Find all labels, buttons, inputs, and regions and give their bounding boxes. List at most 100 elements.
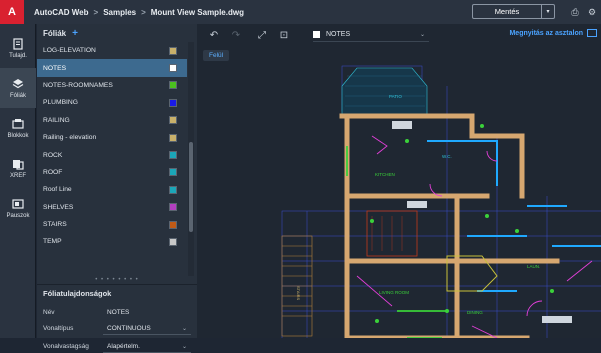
add-layer-button[interactable]: + [72,28,78,39]
layer-color-swatch[interactable] [169,81,177,90]
layer-color-swatch[interactable] [169,203,177,212]
print-icon[interactable]: ⎙ [569,6,581,18]
save-button[interactable]: Mentés [472,4,542,19]
layer-name: TEMP [43,238,62,246]
layers-panel: Fóliák + LOG-ELEVATION NOTES NOTES-ROOMNAM… [37,24,197,353]
rail-item-label: XREF [9,172,26,179]
layer-row[interactable]: LOG-ELEVATION [37,42,187,59]
layer-name-field[interactable]: NOTES [103,306,191,319]
zoom-extents-icon[interactable]: ⤢ [255,28,269,42]
layer-list: LOG-ELEVATION NOTES NOTES-ROOMNAMES PLUMBIN… [37,42,187,276]
layer-color-swatch[interactable] [169,64,177,73]
room-label: LAUN. [527,264,540,269]
rail-item-label: Fóliák [9,92,26,99]
rail-item-label: Blokkok [7,132,29,139]
layer-color-swatch[interactable] [169,151,177,160]
autocad-logo-icon[interactable]: A [0,0,24,24]
prop-value: CONTINUOUS [107,324,151,332]
prop-label: Vonaltípus [43,325,74,332]
rail-item-properties[interactable]: Tulajd. [0,28,36,68]
redo-icon[interactable]: ↷ [229,28,243,42]
prop-row-lineweight: Vonalvastagság Alapértelm. ⌄ [43,340,193,353]
save-dropdown-button[interactable]: ▾ [542,4,555,19]
rail-item-xref[interactable]: XREF [0,148,36,188]
rail-item-layers[interactable]: Fóliák [0,68,36,108]
save-group: Mentés ▾ [472,4,555,19]
rail-item-label: Pauszok [6,212,30,219]
layer-color-swatch[interactable] [169,168,177,177]
properties-icon [13,37,23,50]
current-layer-dropdown[interactable]: NOTES ⌄ [313,27,429,42]
breadcrumb-separator: > [93,7,99,17]
canvas-toolbar: ↶ ↷ ⤢ ⊡ NOTES ⌄ Megnyitás az asztalon [197,24,601,46]
chevron-down-icon: ⌄ [181,325,187,332]
layer-name: STAIRS [43,221,67,229]
prop-value: Alapértelm. [107,342,140,350]
layer-name: Railing - elevation [43,134,97,142]
panel-resize-grip[interactable]: • • • • • • • • [37,276,197,284]
layer-row[interactable]: Roof Line [37,181,187,198]
layer-color-swatch[interactable] [169,133,177,142]
layer-row[interactable]: NOTES [37,59,187,77]
room-label: DINING [467,310,483,315]
layer-color-swatch [313,30,320,38]
open-on-desktop-link[interactable]: Megnyitás az asztalon [509,30,583,37]
layer-row[interactable]: PLUMBING [37,94,187,111]
layer-name: LOG-ELEVATION [43,47,96,55]
layer-row[interactable]: SHELVES [37,199,187,216]
drawing-canvas[interactable]: KITCHEN LIVING ROOM DINING LAUN. PATIO W… [197,24,601,338]
linetype-dropdown[interactable]: CONTINUOUS ⌄ [103,322,191,335]
chevron-down-icon: ⌄ [181,343,187,350]
layer-row[interactable]: ROOF [37,164,187,181]
prop-row-linetype: Vonaltípus CONTINUOUS ⌄ [43,322,193,335]
layer-name: SHELVES [43,203,74,211]
room-label: PATIO [389,94,402,99]
prop-value: NOTES [107,309,130,316]
layer-color-swatch[interactable] [169,46,177,55]
layer-row[interactable]: Railing - elevation [37,129,187,146]
zoom-window-icon[interactable]: ⊡ [277,28,291,42]
top-bar: A AutoCAD Web > Samples > Mount View Sam… [0,0,601,24]
rail-item-underlays[interactable]: Pauszok [0,188,36,228]
breadcrumb-root[interactable]: AutoCAD Web [34,8,89,17]
lineweight-dropdown[interactable]: Alapértelm. ⌄ [103,340,191,353]
layer-color-swatch[interactable] [169,116,177,125]
layer-name: NOTES [43,64,67,72]
layer-name: PLUMBING [43,99,78,107]
prop-label: Vonalvastagság [43,343,89,350]
floor-plan-drawing[interactable]: KITCHEN LIVING ROOM DINING LAUN. PATIO W… [197,46,601,338]
breadcrumb-folder[interactable]: Samples [103,8,136,17]
layers-icon [12,78,24,88]
layer-properties-title: Fóliatulajdonságok [37,284,197,302]
layer-color-swatch[interactable] [169,98,177,107]
layer-row[interactable]: NOTES-ROOMNAMES [37,77,187,94]
settings-icon[interactable]: ⚙ [586,6,598,18]
layers-panel-title: Fóliák [43,28,67,38]
layer-list-scrollbar[interactable] [188,42,194,276]
layer-row[interactable]: ROCK [37,146,187,163]
breadcrumb-file: Mount View Sample.dwg [150,7,244,17]
chevron-down-icon: ⌄ [419,31,425,38]
layer-name: RAILING [43,116,70,124]
layer-color-swatch[interactable] [169,185,177,194]
room-label: KITCHEN [375,172,395,177]
scroll-thumb[interactable] [189,142,193,232]
side-rail: Tulajd. Fóliák Blokkok XREF Pauszok [0,24,36,338]
room-label: LIVING ROOM [379,290,409,295]
current-layer-name: NOTES [326,30,351,38]
undo-icon[interactable]: ↶ [207,28,221,42]
xref-icon [13,159,24,170]
rail-item-blocks[interactable]: Blokkok [0,108,36,148]
prop-row-name: Név NOTES [43,306,193,319]
layer-color-swatch[interactable] [169,237,177,246]
layer-name: ROCK [43,151,63,159]
prop-label: Név [43,309,55,316]
view-tab-top[interactable]: Felül [203,50,230,61]
layer-row[interactable]: RAILING [37,112,187,129]
desktop-icon[interactable] [587,29,597,37]
layer-color-swatch[interactable] [169,220,177,229]
room-label: W.C. [442,154,452,159]
breadcrumb-separator: > [141,7,146,17]
layer-row[interactable]: STAIRS [37,216,187,233]
layer-row[interactable]: TEMP [37,233,187,250]
